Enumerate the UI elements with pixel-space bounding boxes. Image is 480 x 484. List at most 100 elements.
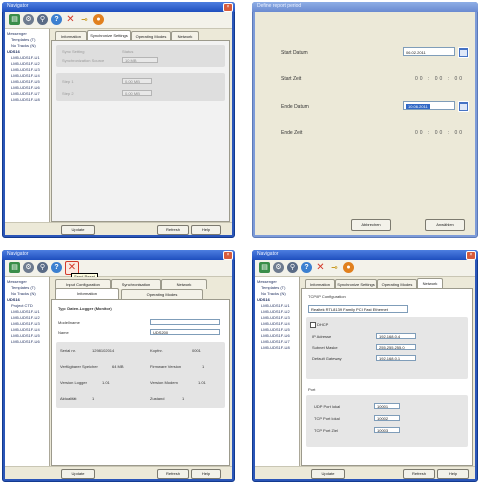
apply-button[interactable]: Anwählen <box>425 219 465 231</box>
title-bar[interactable]: Navigator × <box>2 250 235 260</box>
user-icon[interactable]: ● <box>93 14 104 25</box>
save-icon[interactable]: ▤ <box>259 262 270 273</box>
tcp-port-target-field[interactable]: 10003 <box>374 427 400 433</box>
gateway-field[interactable]: 192.168.0.1 <box>376 355 416 361</box>
help-button[interactable]: Help <box>191 469 221 479</box>
tab-operating-modes[interactable]: Operating Modes <box>121 289 203 299</box>
settings-icon[interactable]: ⚙ <box>23 14 34 25</box>
connect-icon[interactable]: ⚲ <box>37 262 48 273</box>
tree-item[interactable]: LM5-UDS1F-U6 <box>11 85 40 90</box>
toolbar: ▤ ⚙ ⚲ ? ✕ <box>5 260 232 277</box>
bottom-bar: Update Refresh Help <box>255 466 475 479</box>
tree-item[interactable]: LM5-UDS1F-U5 <box>11 79 40 84</box>
tree-item[interactable]: LM5-UDS1F-U3 <box>261 315 290 320</box>
title-bar[interactable]: Define report period <box>252 2 478 12</box>
tree-item[interactable]: Templates (T) <box>11 37 35 42</box>
refresh-button[interactable]: Refresh <box>403 469 435 479</box>
refresh-button[interactable]: Refresh <box>157 225 189 235</box>
model-name-field[interactable] <box>150 319 220 325</box>
tree-item[interactable]: LM5-UDS1F-U1 <box>261 303 290 308</box>
tree-item[interactable]: Project CTD <box>11 303 33 308</box>
tree-item[interactable]: LM5-UDS1F-U7 <box>261 339 290 344</box>
tree-item[interactable]: LM5-UDS1F-U1 <box>11 55 40 60</box>
connect-icon[interactable]: ⚲ <box>287 262 298 273</box>
connect-icon[interactable]: ⚲ <box>37 14 48 25</box>
udp-port-field[interactable]: 10001 <box>374 403 400 409</box>
end-date-field[interactable]: 10.06.2011 <box>403 101 455 110</box>
tree-item[interactable]: UDS16 <box>7 297 20 302</box>
tab-information[interactable]: Information <box>55 288 119 299</box>
delete-icon[interactable]: ✕ <box>315 262 326 273</box>
tree-item[interactable]: LM5-UDS1F-U7 <box>11 91 40 96</box>
help-icon[interactable]: ? <box>51 14 62 25</box>
close-icon[interactable]: × <box>223 3 233 12</box>
tree-item[interactable]: LM5-UDS1F-U4 <box>11 73 40 78</box>
tab-synchronisation[interactable]: Synchronisation <box>111 279 161 289</box>
help-icon[interactable]: ? <box>301 262 312 273</box>
tree-item[interactable]: LM5-UDS1F-U8 <box>261 345 290 350</box>
save-icon[interactable]: ▤ <box>9 14 20 25</box>
sync-source-field[interactable]: 10 MB <box>122 57 158 63</box>
title-bar[interactable]: Navigator × <box>252 250 478 260</box>
navigator-window-sync: Navigator × ▤ ⚙ ⚲ ? ✕ ⊸ ● Messenger Temp… <box>2 2 235 238</box>
device-tree[interactable]: Messenger Templates (T) No Tracks (N) UD… <box>5 277 50 466</box>
help-button[interactable]: Help <box>437 469 469 479</box>
tree-item[interactable]: LM5-UDS1F-U5 <box>11 333 40 338</box>
tree-item[interactable]: Templates (T) <box>11 285 35 290</box>
update-button[interactable]: Update <box>61 225 95 235</box>
end-time-value[interactable]: 00 : 00 : 00 <box>415 130 464 136</box>
user-icon[interactable]: ● <box>343 262 354 273</box>
tree-item[interactable]: LM5-UDS1F-U2 <box>11 61 40 66</box>
start-time-value[interactable]: 00 : 00 : 00 <box>415 76 464 82</box>
ip-field[interactable]: 192.168.0.4 <box>376 333 416 339</box>
settings-icon[interactable]: ⚙ <box>23 262 34 273</box>
tree-item[interactable]: UDS16 <box>7 49 20 54</box>
tree-item[interactable]: Messenger <box>257 279 277 284</box>
device-tree[interactable]: Messenger Templates (T) No Tracks (N) UD… <box>5 29 50 222</box>
title-bar[interactable]: Navigator × <box>2 2 235 12</box>
update-button[interactable]: Update <box>61 469 95 479</box>
help-button[interactable]: Help <box>191 225 221 235</box>
refresh-button[interactable]: Refresh <box>157 469 189 479</box>
close-icon[interactable]: × <box>466 251 476 260</box>
key-icon[interactable]: ⊸ <box>79 14 90 25</box>
tree-item[interactable]: Templates (T) <box>261 285 285 290</box>
tree-item[interactable]: LM5-UDS1F-U4 <box>11 327 40 332</box>
tree-item[interactable]: LM5-UDS1F-U3 <box>11 67 40 72</box>
step1-field[interactable]: 0.00 MB <box>122 78 152 84</box>
tree-item[interactable]: No Tracks (N) <box>11 291 36 296</box>
save-icon[interactable]: ▤ <box>9 262 20 273</box>
tree-item[interactable]: No Tracks (N) <box>11 43 36 48</box>
tree-item[interactable]: LM5-UDS1F-U6 <box>261 333 290 338</box>
tree-item[interactable]: LM5-UDS1F-U4 <box>261 321 290 326</box>
settings-icon[interactable]: ⚙ <box>273 262 284 273</box>
cancel-button[interactable]: Abbrechen <box>351 219 391 231</box>
tree-item[interactable]: UDS16 <box>257 297 270 302</box>
tree-item[interactable]: LM5-UDS1F-U2 <box>11 315 40 320</box>
tree-item[interactable]: Messenger <box>7 279 27 284</box>
tree-item[interactable]: LM5-UDS1F-U5 <box>261 327 290 332</box>
start-date-field[interactable]: 06.02.2011 <box>403 47 455 56</box>
subnet-field[interactable]: 255.255.255.0 <box>376 344 416 350</box>
tree-item[interactable]: Messenger <box>7 31 27 36</box>
tab-network[interactable]: Network <box>161 279 207 289</box>
calendar-icon[interactable] <box>458 47 469 58</box>
adapter-dropdown[interactable]: Realtek RTL8139 Family PCI Fast Ethernet <box>308 305 408 313</box>
device-tree[interactable]: Messenger Templates (T) No Tracks (N) UD… <box>255 277 300 466</box>
update-button[interactable]: Update <box>311 469 345 479</box>
tree-item[interactable]: LM5-UDS1F-U8 <box>11 97 40 102</box>
tree-item[interactable]: LM5-UDS1F-U6 <box>11 339 40 344</box>
tree-item[interactable]: LM5-UDS1F-U1 <box>11 309 40 314</box>
dhcp-checkbox[interactable] <box>310 322 316 328</box>
tcp-port-local-field[interactable]: 10002 <box>374 415 400 421</box>
tree-item[interactable]: LM5-UDS1F-U3 <box>11 321 40 326</box>
delete-icon[interactable]: ✕ <box>65 14 76 25</box>
help-icon[interactable]: ? <box>51 262 62 273</box>
tree-item[interactable]: No Tracks (N) <box>261 291 286 296</box>
key-icon[interactable]: ⊸ <box>329 262 340 273</box>
calendar-icon[interactable] <box>458 101 469 112</box>
close-icon[interactable]: × <box>223 251 233 260</box>
name-field[interactable]: UDS200 <box>150 329 220 335</box>
tree-item[interactable]: LM5-UDS1F-U2 <box>261 309 290 314</box>
step2-field[interactable]: 0.00 MB <box>122 90 152 96</box>
